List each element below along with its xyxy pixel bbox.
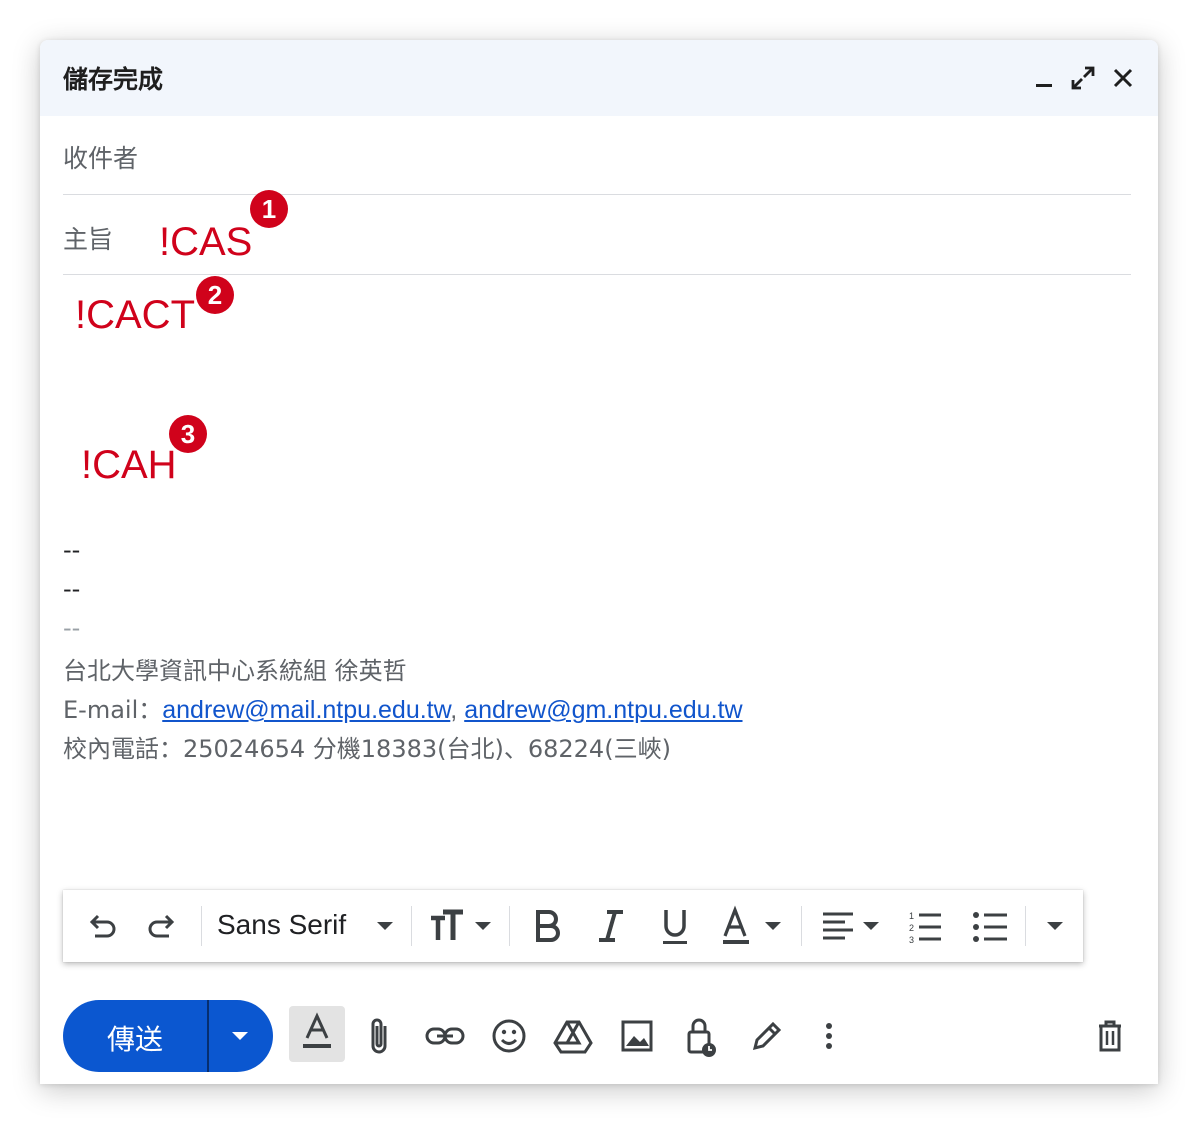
numbered-list-icon[interactable]: 1 2 3: [907, 904, 947, 948]
annotation-text-2: !CACT: [75, 293, 195, 337]
expand-icon[interactable]: [1067, 62, 1099, 94]
photo-icon[interactable]: [613, 1010, 661, 1062]
link-icon[interactable]: [421, 1010, 469, 1062]
subject-label: 主旨: [63, 225, 114, 254]
to-field[interactable]: 收件者: [63, 116, 1131, 195]
discard-draft-icon[interactable]: [1086, 1010, 1134, 1062]
underline-icon[interactable]: [657, 904, 693, 948]
annotation-badge-2: 2: [196, 276, 234, 314]
font-family-label: Sans Serif: [217, 909, 347, 940]
text-size-icon[interactable]: [427, 904, 497, 948]
redo-icon[interactable]: [143, 904, 183, 948]
svg-text:3: 3: [909, 935, 914, 945]
email-link-1[interactable]: andrew@mail.ntpu.edu.tw: [162, 696, 450, 724]
chevron-down-icon: [232, 1032, 248, 1040]
signature-phone: 校內電話：25024654 分機18383(台北)、68224(三峽): [63, 735, 671, 763]
bold-icon[interactable]: [529, 904, 565, 948]
toolbar-separator: [801, 906, 802, 946]
toolbar-separator: [411, 906, 412, 946]
formatting-toolbar: Sans Serif 1 2 3: [63, 890, 1083, 962]
signature-email-line: E-mail：andrew@mail.ntpu.edu.tw, andrew@g…: [63, 690, 743, 725]
send-options-button[interactable]: [209, 1000, 273, 1072]
compose-title: 儲存完成: [63, 65, 164, 94]
send-button[interactable]: 傳送: [63, 1000, 273, 1072]
annotation-text-1: !CAS: [159, 220, 253, 264]
signature-dash-1: --: [63, 536, 81, 564]
signature-email-prefix: E-mail：: [63, 696, 163, 724]
toolbar-separator: [201, 906, 202, 946]
svg-text:1: 1: [909, 911, 914, 921]
to-label: 收件者: [63, 144, 139, 173]
formatting-options-icon[interactable]: [289, 1006, 345, 1062]
signature-icon[interactable]: [741, 1010, 789, 1062]
font-family-dropdown[interactable]: Sans Serif: [213, 904, 403, 948]
chevron-down-icon: [377, 922, 393, 930]
signature-dash-2: --: [63, 575, 81, 603]
close-icon[interactable]: [1107, 62, 1139, 94]
send-label: 傳送: [107, 1023, 164, 1056]
more-formatting-icon[interactable]: [1039, 904, 1071, 948]
signature-org: 台北大學資訊中心系統組 徐英哲: [63, 657, 407, 685]
svg-text:2: 2: [909, 923, 914, 933]
attach-icon[interactable]: [355, 1010, 403, 1062]
compose-window: 儲存完成 收件者 主旨 !CAS 1 !CACT 2 !CAH 3 -- -- …: [40, 40, 1158, 1084]
confidential-mode-icon[interactable]: [677, 1010, 725, 1062]
toolbar-separator: [509, 906, 510, 946]
compose-title-bar: 儲存完成: [40, 40, 1158, 116]
drive-icon[interactable]: [549, 1010, 597, 1062]
toolbar-separator: [1025, 906, 1026, 946]
annotation-badge-1: 1: [250, 190, 288, 228]
minimize-icon[interactable]: [1028, 62, 1060, 94]
align-icon[interactable]: [819, 904, 885, 948]
bulleted-list-icon[interactable]: [971, 904, 1011, 948]
text-color-icon[interactable]: [719, 904, 785, 948]
undo-icon[interactable]: [81, 904, 121, 948]
italic-icon[interactable]: [593, 904, 629, 948]
annotation-badge-3: 3: [169, 415, 207, 453]
more-options-icon[interactable]: [805, 1010, 853, 1062]
signature-dash-3: --: [63, 614, 81, 642]
emoji-icon[interactable]: [485, 1010, 533, 1062]
email-link-2[interactable]: andrew@gm.ntpu.edu.tw: [464, 696, 742, 724]
annotation-text-3: !CAH: [81, 443, 177, 487]
email-separator: ,: [450, 696, 465, 724]
